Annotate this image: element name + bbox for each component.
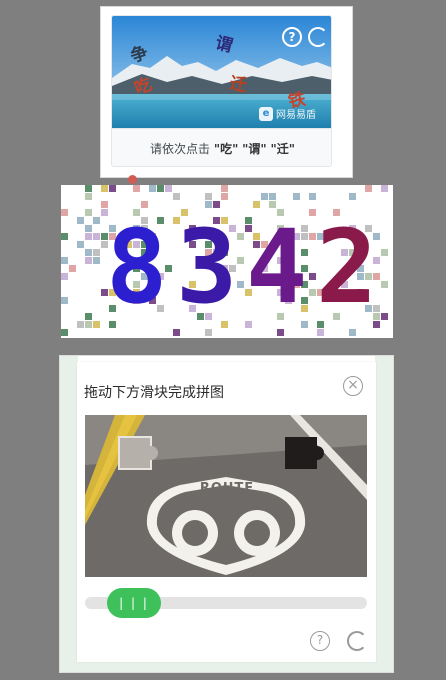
noise-pixel [101,201,108,208]
noise-pixel [205,329,212,336]
noise-pixel [149,185,156,192]
noise-pixel [349,193,356,200]
noise-pixel [77,217,84,224]
noise-pixel [61,233,68,240]
captcha-digit: 4 [246,208,307,327]
slider-knob[interactable]: | | | [107,588,161,618]
noise-pixel [61,257,68,264]
noise-pixel [85,185,92,192]
noise-pixel [237,233,244,240]
noise-pixel [61,297,68,304]
noise-pixel [365,185,372,192]
instruction-prefix: 请依次点击 [149,142,210,156]
noise-pixel [85,257,92,264]
slider-captcha-card: 拖动下方滑块完成拼图 × ROUTE | | | ? [77,362,376,662]
noise-pixel [101,185,108,192]
question-icon[interactable]: ? [310,631,330,651]
captcha-instruction: 请依次点击 "吃" "谓" "迁" [112,128,331,166]
noise-pixel [221,193,228,200]
refresh-icon[interactable] [308,27,328,47]
noise-pixel [381,313,388,320]
noise-pixel [269,201,276,208]
captcha-digit: 8 [106,208,167,327]
noise-pixel [85,193,92,200]
noise-pixel [317,329,324,336]
target-char: "谓" [242,142,267,156]
noise-pixel [237,281,244,288]
noise-pixel [309,193,316,200]
brand-logo: e 网易易盾 [259,106,316,121]
noise-pixel [213,201,220,208]
click-captcha-panel: 争 谓 吃 迁 铁 ? e 网易易盾 请依次点击 "吃" "谓" "迁" [100,6,353,178]
panel-edge [60,662,393,672]
puzzle-image: ROUTE [85,415,367,577]
noise-pixel [93,321,100,328]
noise-pixel [309,289,316,296]
noise-pixel [85,321,92,328]
noise-pixel [93,249,100,256]
noise-pixel [261,193,268,200]
close-circle-icon[interactable]: × [343,376,363,396]
noise-pixel [69,265,76,272]
target-char: "迁" [270,142,296,156]
noise-pixel [61,209,68,216]
panel-edge [60,356,78,672]
noise-pixel [77,321,84,328]
slider-title: 拖动下方滑块完成拼图 [84,385,224,401]
captcha-digit: 2 [316,208,377,327]
refresh-icon[interactable] [347,631,367,651]
noise-layer: 8342 [61,185,388,336]
noise-pixel [85,313,92,320]
noise-pixel [173,193,180,200]
noise-pixel [141,201,148,208]
noise-pixel [277,329,284,336]
cursor-dot [128,175,137,184]
captcha-digit: 3 [176,208,237,327]
noise-pixel [93,257,100,264]
click-captcha-widget: 争 谓 吃 迁 铁 ? e 网易易盾 请依次点击 "吃" "谓" "迁" [111,15,332,167]
noise-pixel [61,273,68,280]
noise-pixel [309,233,316,240]
noise-pixel [381,249,388,256]
brand-name: 网易易盾 [276,110,316,121]
noise-pixel [77,241,84,248]
noise-pixel [157,185,164,192]
noise-pixel [85,249,92,256]
slider-captcha-panel: 拖动下方滑块完成拼图 × ROUTE | | | ? [59,355,394,673]
noise-pixel [309,209,316,216]
noise-pixel [205,193,212,200]
help-icon[interactable]: ? [282,27,302,47]
noise-pixel [61,329,68,336]
noise-pixel [381,281,388,288]
noise-pixel [133,185,140,192]
noise-pixel [309,273,316,280]
road-sign-text: ROUTE [199,481,255,496]
numeric-captcha-image: 8342 [61,185,393,338]
panel-edge [375,356,393,672]
captcha-scene-image[interactable]: 争 谓 吃 迁 铁 ? e 网易易盾 [112,16,331,128]
noise-pixel [349,329,356,336]
brand-mark-icon: e [259,106,273,121]
noise-pixel [205,201,212,208]
noise-pixel [269,193,276,200]
noise-pixel [253,201,260,208]
noise-pixel [85,225,92,232]
noise-pixel [85,233,92,240]
noise-pixel [85,209,92,216]
target-char: "吃" [213,142,239,156]
noise-pixel [293,193,300,200]
noise-pixel [165,185,172,192]
noise-pixel [237,257,244,264]
noise-pixel [93,233,100,240]
noise-pixel [109,185,116,192]
noise-pixel [93,217,100,224]
noise-pixel [173,329,180,336]
noise-pixel [381,185,388,192]
noise-pixel [221,185,228,192]
